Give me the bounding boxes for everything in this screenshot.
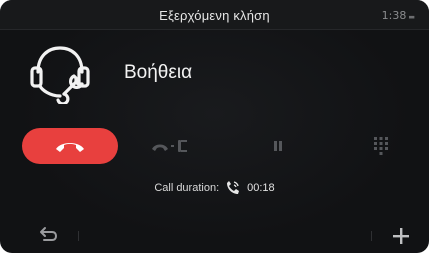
phone-call-icon xyxy=(227,181,240,194)
divider xyxy=(78,231,79,241)
signal-icon: ▬ xyxy=(408,13,415,21)
clock: 1:38 ▬ xyxy=(382,9,415,22)
call-duration-value: 00:18 xyxy=(247,182,275,194)
back-arrow-icon[interactable] xyxy=(34,226,60,246)
pause-icon xyxy=(274,141,282,151)
handset-transfer-icon xyxy=(152,140,187,152)
plus-icon[interactable] xyxy=(390,225,412,247)
divider xyxy=(371,231,372,241)
call-screen: Εξερχόμενη κλήση 1:38 ▬ Βοήθεια Call dur… xyxy=(0,0,429,253)
hold-button[interactable] xyxy=(258,132,298,160)
call-duration: Call duration: 00:18 xyxy=(0,181,429,195)
clock-text: 1:38 xyxy=(381,9,407,22)
headset-wrench-icon xyxy=(30,46,90,104)
hangup-button[interactable] xyxy=(22,128,118,164)
call-duration-label: Call duration: xyxy=(154,182,220,194)
contact-name: Βοήθεια xyxy=(124,62,193,83)
phone-hangup-icon xyxy=(56,143,84,152)
keypad-icon xyxy=(374,137,388,155)
handset-transfer-button[interactable] xyxy=(150,132,194,160)
call-controls xyxy=(0,124,429,168)
screen-title: Εξερχόμενη κλήση xyxy=(159,8,270,23)
status-bar: Εξερχόμενη κλήση 1:38 ▬ xyxy=(0,0,429,30)
keypad-button[interactable] xyxy=(366,132,396,160)
